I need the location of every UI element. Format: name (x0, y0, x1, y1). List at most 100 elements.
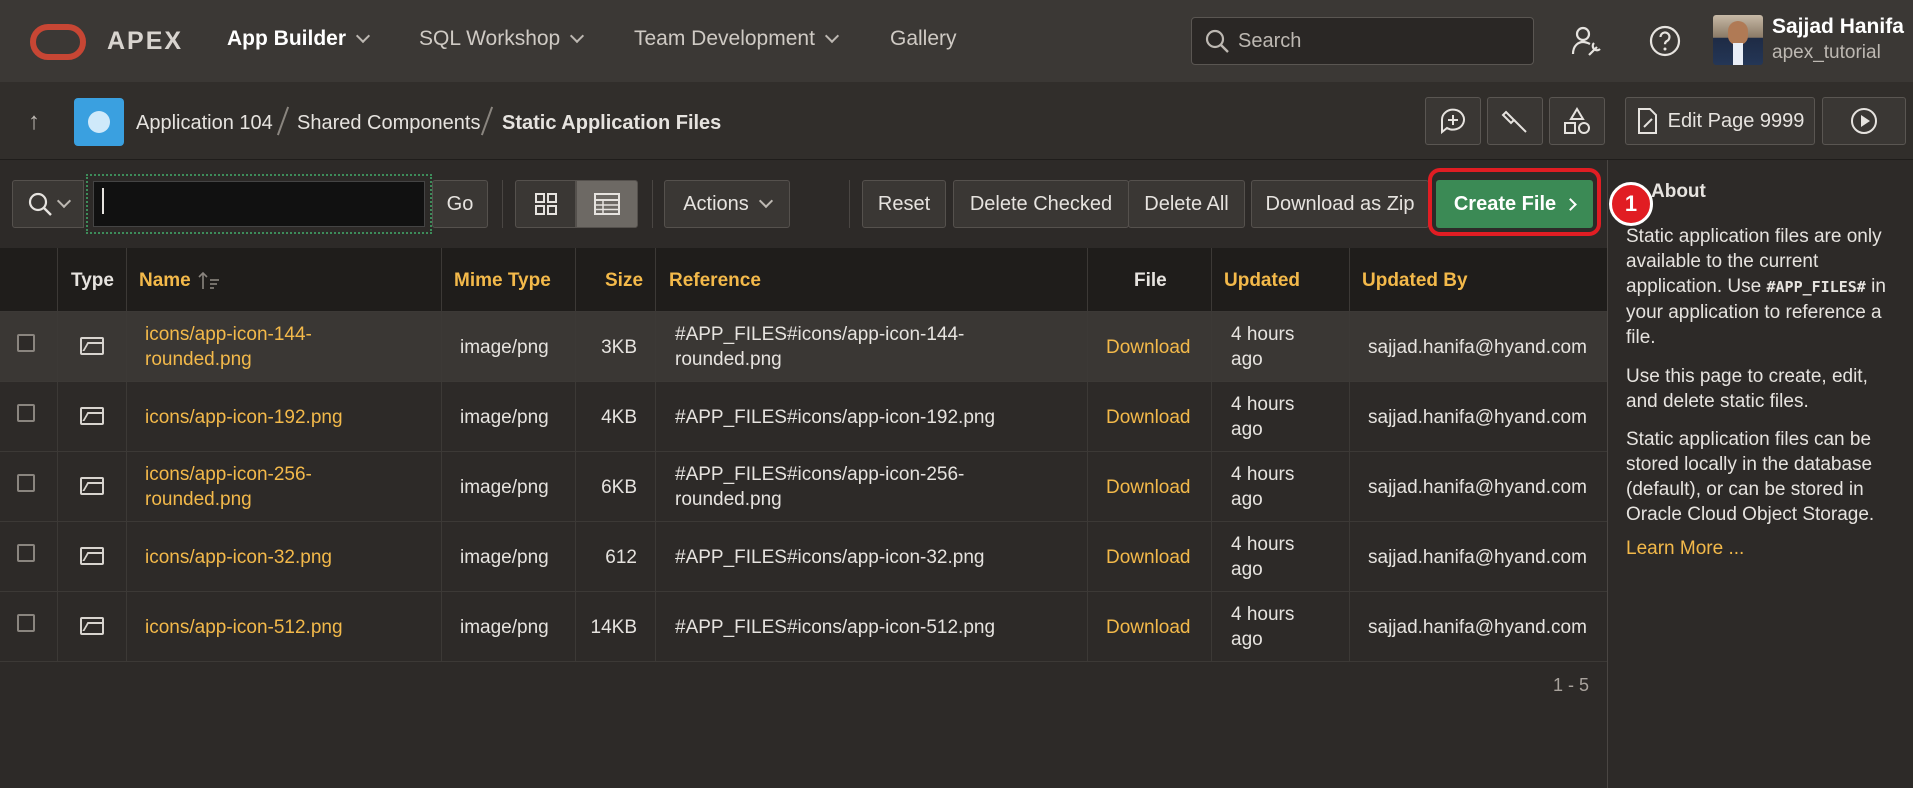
column-header-updated[interactable]: Updated (1224, 270, 1300, 292)
about-paragraph-3: Static application files can be stored l… (1626, 429, 1875, 525)
shared-components-button[interactable] (1549, 97, 1605, 145)
column-header-name-label: Name (139, 270, 191, 291)
chevron-down-icon (758, 193, 773, 209)
breadcrumb-shared-components[interactable]: Shared Components (297, 112, 480, 135)
image-file-icon (80, 337, 104, 355)
delete-checked-button[interactable]: Delete Checked (953, 180, 1129, 228)
file-name-link[interactable]: icons/app-icon-512.png (145, 615, 343, 640)
nav-app-builder-label: App Builder (227, 27, 346, 50)
nav-sql-workshop-label: SQL Workshop (419, 27, 561, 50)
download-link[interactable]: Download (1106, 405, 1191, 430)
oracle-logo-icon[interactable] (30, 24, 86, 60)
updated-time: 4 hours ago (1231, 534, 1295, 580)
column-divider (575, 248, 576, 662)
column-divider (1087, 248, 1088, 662)
go-button[interactable]: Go (432, 180, 488, 228)
column-header-type[interactable]: Type (71, 270, 114, 292)
column-divider (126, 248, 127, 662)
column-header-mime-type[interactable]: Mime Type (454, 270, 551, 292)
row-checkbox[interactable] (17, 404, 35, 422)
search-placeholder: Search (1238, 29, 1302, 52)
updated-by: sajjad.hanifa@hyand.com (1368, 407, 1587, 428)
download-link[interactable]: Download (1106, 615, 1191, 640)
page-edit-icon (1637, 108, 1657, 134)
nav-sql-workshop[interactable]: SQL Workshop (419, 27, 585, 51)
file-name-link[interactable]: icons/app-icon-256- rounded.png (145, 462, 312, 512)
edit-page-label: Edit Page 9999 (1667, 109, 1805, 132)
row-checkbox[interactable] (17, 474, 35, 492)
file-name-link[interactable]: icons/app-icon-144- rounded.png (145, 322, 312, 372)
nav-team-development[interactable]: Team Development (634, 27, 839, 51)
file-name-link[interactable]: icons/app-icon-192.png (145, 405, 343, 430)
column-header-updated-by[interactable]: Updated By (1362, 270, 1468, 292)
actions-menu-button[interactable]: Actions (664, 180, 790, 228)
report-search-input[interactable] (86, 174, 432, 234)
breadcrumb-application[interactable]: Application 104 (136, 112, 273, 135)
file-size: 4KB (601, 407, 637, 428)
divider (652, 180, 653, 228)
file-name-link[interactable]: icons/app-icon-32.png (145, 545, 332, 570)
help-icon[interactable] (1648, 24, 1682, 58)
report-view-button[interactable] (576, 180, 638, 228)
run-page-button[interactable] (1822, 97, 1906, 145)
step-number-badge: 1 (1609, 182, 1653, 226)
updated-by: sajjad.hanifa@hyand.com (1368, 617, 1587, 638)
row-checkbox[interactable] (17, 614, 35, 632)
developer-toolbar-button[interactable] (1487, 97, 1543, 145)
updated-by: sajjad.hanifa@hyand.com (1368, 477, 1587, 498)
column-divider (441, 248, 442, 662)
text-cursor (102, 188, 104, 214)
image-file-icon (80, 547, 104, 565)
updated-time: 4 hours ago (1231, 464, 1295, 510)
user-avatar[interactable] (1713, 15, 1763, 65)
nav-gallery[interactable]: Gallery (890, 27, 957, 51)
column-header-reference[interactable]: Reference (669, 270, 761, 292)
mime-type: image/png (460, 477, 549, 498)
icon-view-button[interactable] (515, 180, 576, 228)
delete-all-button[interactable]: Delete All (1128, 180, 1245, 228)
chevron-down-icon (824, 28, 839, 44)
download-link[interactable]: Download (1106, 475, 1191, 500)
file-size: 612 (605, 547, 637, 568)
row-checkbox[interactable] (17, 544, 35, 562)
highlight-outline (1428, 168, 1601, 236)
nav-gallery-label: Gallery (890, 27, 957, 50)
application-icon[interactable] (74, 98, 124, 146)
chevron-down-icon (570, 28, 585, 44)
user-workspace: apex_tutorial (1772, 42, 1881, 63)
divider (849, 180, 850, 228)
about-heading: About (1651, 181, 1706, 202)
column-header-size[interactable]: Size (605, 270, 643, 292)
apex-brand[interactable]: APEX (107, 27, 183, 56)
admin-user-wrench-icon[interactable] (1570, 24, 1604, 58)
brush-icon (1501, 110, 1527, 133)
reset-button[interactable]: Reset (862, 180, 946, 228)
divider (502, 180, 503, 228)
file-size: 3KB (601, 337, 637, 358)
nav-app-builder[interactable]: App Builder (227, 27, 371, 51)
search-icon (1205, 29, 1229, 53)
edit-page-button[interactable]: Edit Page 9999 (1625, 97, 1815, 145)
column-header-name[interactable]: Name (139, 270, 221, 292)
comments-button[interactable] (1425, 97, 1481, 145)
row-checkbox[interactable] (17, 334, 35, 352)
breadcrumb-current-page: Static Application Files (502, 112, 722, 134)
download-link[interactable]: Download (1106, 335, 1191, 360)
table-view-icon (594, 193, 620, 215)
global-search-input[interactable]: Search (1191, 17, 1534, 65)
updated-time: 4 hours ago (1231, 394, 1295, 440)
actions-label: Actions (683, 192, 749, 215)
mime-type: image/png (460, 547, 549, 568)
file-reference: #APP_FILES#icons/app-icon-256- rounded.pn… (675, 464, 965, 510)
search-column-selector[interactable] (12, 180, 84, 228)
search-icon (28, 192, 52, 216)
shapes-icon (1564, 107, 1590, 134)
column-divider (1211, 248, 1212, 662)
grid-view-icon (534, 193, 557, 215)
up-arrow-icon[interactable]: ↑ (28, 108, 40, 136)
download-link[interactable]: Download (1106, 545, 1191, 570)
learn-more-link[interactable]: Learn More ... (1626, 538, 1744, 560)
user-name[interactable]: Sajjad Hanifa (1772, 15, 1904, 39)
play-icon (1851, 108, 1877, 134)
download-as-zip-button[interactable]: Download as Zip (1251, 180, 1429, 228)
